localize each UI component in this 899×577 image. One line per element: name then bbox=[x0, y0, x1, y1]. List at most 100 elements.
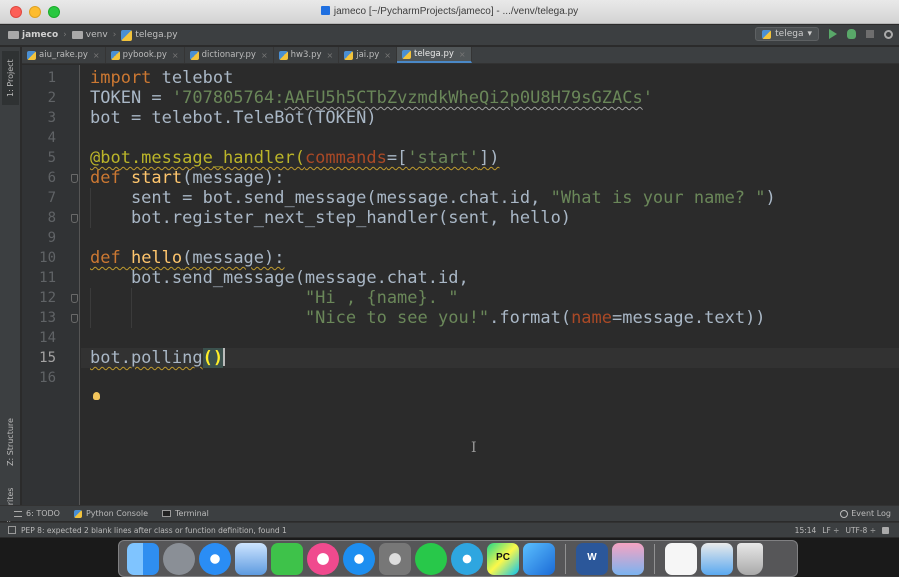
safari-icon[interactable] bbox=[199, 542, 231, 575]
xcode-icon[interactable] bbox=[523, 542, 555, 575]
code-line-11: bot.send_message(message.chat.id, bbox=[90, 268, 469, 288]
code-line-1: import telebot bbox=[90, 68, 233, 88]
ibeam-cursor-icon: I bbox=[471, 440, 477, 456]
image-capture-icon[interactable] bbox=[612, 542, 644, 575]
telegram-icon[interactable] bbox=[451, 542, 483, 575]
run-icon[interactable] bbox=[829, 29, 837, 39]
python-file-icon bbox=[278, 50, 288, 60]
whatsapp-icon[interactable] bbox=[415, 542, 447, 575]
window-title-text: jameco [~/PycharmProjects/jameco] - .../… bbox=[333, 6, 579, 17]
code-token: TOKEN = bbox=[90, 88, 172, 108]
debug-icon[interactable] bbox=[847, 29, 856, 39]
navigation-bar: jameco › venv › telega.py telega ▾ bbox=[0, 25, 899, 46]
itunes-icon[interactable] bbox=[307, 542, 339, 575]
code-token: =message.text)) bbox=[612, 308, 766, 328]
launchpad-icon[interactable] bbox=[163, 542, 195, 575]
python-file-icon bbox=[402, 49, 411, 59]
string-token: "What is your name? " bbox=[550, 188, 766, 208]
event-log-tool-button[interactable]: Event Log bbox=[840, 509, 891, 518]
status-toggle-icon[interactable] bbox=[8, 526, 16, 534]
system-preferences-icon[interactable] bbox=[379, 542, 411, 575]
fold-end-icon[interactable] bbox=[71, 314, 78, 323]
editor-tab[interactable]: dictionary.py × bbox=[185, 47, 274, 63]
line-number: 11 bbox=[39, 270, 56, 286]
python-console-icon bbox=[73, 509, 82, 518]
list-icon bbox=[14, 510, 22, 517]
file-encoding[interactable]: UTF-8 ÷ bbox=[845, 526, 876, 535]
editor-tab[interactable]: aiu_rake.py × bbox=[22, 47, 106, 63]
breadcrumb-separator: › bbox=[63, 30, 67, 40]
todo-tool-button[interactable]: 6: TODO bbox=[14, 509, 60, 518]
breadcrumb-folder[interactable]: venv bbox=[86, 30, 108, 40]
run-configuration-select[interactable]: telega ▾ bbox=[755, 27, 819, 41]
text-caret bbox=[223, 348, 226, 366]
line-number: 6 bbox=[47, 170, 56, 186]
close-icon[interactable]: × bbox=[384, 51, 391, 60]
breadcrumb-file[interactable]: telega.py bbox=[135, 30, 177, 40]
line-number: 10 bbox=[39, 250, 56, 266]
word-icon[interactable]: W bbox=[576, 542, 608, 575]
close-icon[interactable]: × bbox=[459, 50, 466, 59]
search-icon[interactable] bbox=[884, 29, 893, 39]
python-console-tool-button[interactable]: Python Console bbox=[73, 509, 148, 518]
parameter-token: name bbox=[571, 308, 613, 328]
editor-tab[interactable]: jai.py × bbox=[339, 47, 397, 63]
close-icon[interactable]: × bbox=[93, 51, 100, 60]
lightbulb-icon[interactable] bbox=[93, 392, 100, 400]
editor-tab[interactable]: pybook.py × bbox=[106, 47, 185, 63]
fold-end-icon[interactable] bbox=[71, 214, 78, 223]
string-token: "Hi , {name}. " bbox=[304, 288, 459, 308]
editor-tab[interactable]: hw3.py × bbox=[274, 47, 340, 63]
line-number-gutter[interactable]: 1 2 3 4 5 6 7 8 9 10 11 12 13 14 15 16 bbox=[22, 65, 80, 505]
python-file-icon bbox=[762, 29, 772, 39]
window-titlebar: jameco [~/PycharmProjects/jameco] - .../… bbox=[0, 0, 899, 24]
finder-icon[interactable] bbox=[127, 542, 159, 575]
breadcrumb-project[interactable]: jameco bbox=[22, 30, 58, 40]
window-title: jameco [~/PycharmProjects/jameco] - .../… bbox=[0, 6, 899, 17]
caret-position[interactable]: 15:14 bbox=[795, 526, 817, 535]
run-config-label: telega bbox=[775, 29, 804, 39]
close-icon[interactable]: × bbox=[261, 51, 268, 60]
app-store-icon[interactable] bbox=[343, 542, 375, 575]
string-token: "Nice to see you!" bbox=[304, 308, 490, 328]
tab-label: telega.py bbox=[414, 49, 454, 59]
string-token: 'start' bbox=[407, 148, 479, 168]
line-number: 13 bbox=[39, 310, 56, 326]
preview-icon[interactable] bbox=[235, 542, 267, 575]
code-editor[interactable]: import telebot TOKEN = '707805764:AAFU5h… bbox=[81, 65, 899, 505]
status-bar: PEP 8: expected 2 blank lines after clas… bbox=[0, 522, 899, 537]
code-line-12: "Hi , {name}. " bbox=[90, 288, 459, 308]
python-file-icon bbox=[110, 50, 120, 60]
line-separator[interactable]: LF ÷ bbox=[822, 526, 839, 535]
lock-icon[interactable] bbox=[882, 526, 889, 534]
python-file-icon bbox=[121, 29, 133, 41]
trash-icon[interactable] bbox=[737, 542, 763, 575]
pycharm-icon[interactable]: PC bbox=[487, 542, 519, 575]
stop-icon[interactable] bbox=[866, 30, 874, 38]
editor-tab-active[interactable]: telega.py × bbox=[397, 47, 472, 63]
facetime-icon[interactable] bbox=[271, 542, 303, 575]
code-line-13: "Nice to see you!".format(name=message.t… bbox=[90, 308, 766, 328]
desktop-dock-area: PC W bbox=[0, 538, 899, 577]
decorator-token: @bot.message_handler( bbox=[90, 148, 305, 168]
tab-label: hw3.py bbox=[290, 50, 322, 60]
matched-paren-token: () bbox=[202, 348, 224, 368]
terminal-label: Terminal bbox=[175, 509, 209, 518]
status-message[interactable]: PEP 8: expected 2 blank lines after clas… bbox=[21, 526, 287, 535]
document-icon[interactable] bbox=[665, 542, 697, 575]
project-tool-tab[interactable]: 1: Project bbox=[2, 51, 19, 105]
fold-marker-icon[interactable] bbox=[71, 294, 78, 303]
dock: PC W bbox=[118, 540, 798, 577]
fold-marker-icon[interactable] bbox=[71, 174, 78, 183]
close-icon[interactable]: × bbox=[327, 51, 334, 60]
editor-tabs: aiu_rake.py × pybook.py × dictionary.py … bbox=[22, 47, 899, 64]
downloads-folder-icon[interactable] bbox=[701, 542, 733, 575]
close-icon[interactable]: × bbox=[172, 51, 179, 60]
code-line-15: bot.polling() bbox=[90, 348, 226, 368]
terminal-tool-button[interactable]: Terminal bbox=[162, 509, 209, 518]
python-console-label: Python Console bbox=[85, 509, 148, 518]
keyword-token: def bbox=[90, 168, 131, 188]
structure-tool-tab[interactable]: Z: Structure bbox=[2, 411, 19, 473]
line-number: 9 bbox=[47, 230, 56, 246]
python-file-icon bbox=[189, 50, 199, 60]
